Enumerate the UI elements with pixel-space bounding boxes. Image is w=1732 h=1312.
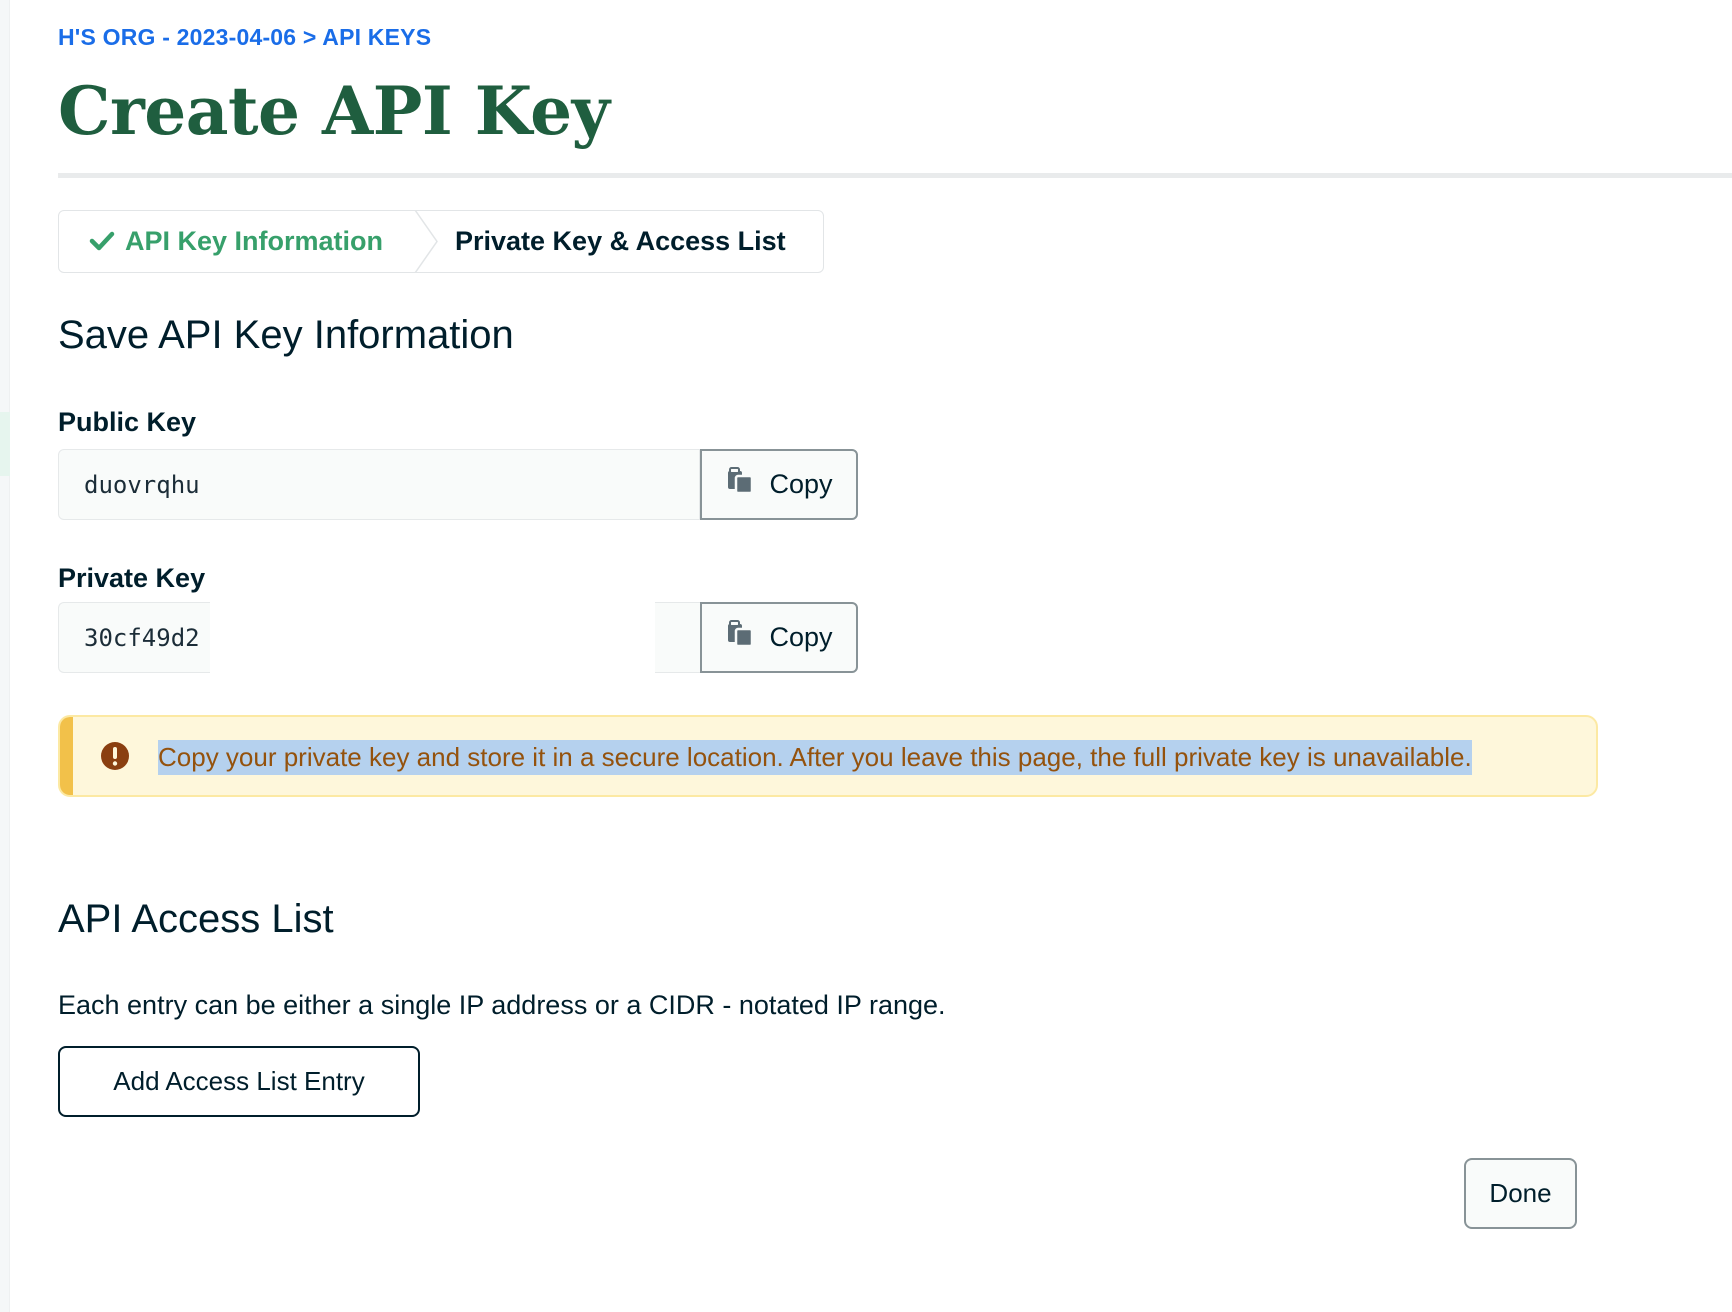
save-section-heading: Save API Key Information (58, 313, 514, 357)
private-key-value: 30cf49d2 (84, 623, 200, 652)
step-api-key-information[interactable]: API Key Information (89, 211, 383, 271)
public-key-label: Public Key (58, 407, 197, 437)
step-label: Private Key & Access List (455, 225, 786, 256)
title-divider (58, 173, 1732, 178)
exclamation-circle-icon (101, 742, 129, 770)
warning-message: Copy your private key and store it in a … (158, 740, 1472, 775)
step-label: API Key Information (125, 225, 384, 256)
warning-accent-bar (60, 717, 73, 795)
page-title: Create API Key (58, 72, 610, 150)
left-nav-indicator (0, 412, 10, 476)
step-chevron-divider (414, 210, 438, 273)
warning-banner: Copy your private key and store it in a … (58, 715, 1598, 797)
breadcrumb-separator: > (302, 24, 317, 50)
copy-public-key-button[interactable]: Copy (700, 449, 858, 520)
copy-icon (725, 620, 755, 655)
private-key-field[interactable]: 30cf49d2 (58, 602, 210, 673)
copy-private-key-button[interactable]: Copy (700, 602, 858, 673)
add-access-list-entry-label: Add Access List Entry (113, 1066, 365, 1096)
left-nav-strip (0, 0, 10, 1312)
checkmark-icon (89, 230, 115, 252)
private-key-label: Private Key (58, 563, 206, 593)
wizard-stepper: API Key Information Private Key & Access… (58, 210, 824, 273)
public-key-value: duovrqhu (84, 470, 200, 499)
add-access-list-entry-button[interactable]: Add Access List Entry (58, 1046, 420, 1117)
access-list-description: Each entry can be either a single IP add… (58, 990, 946, 1020)
done-label: Done (1489, 1178, 1552, 1208)
copy-label: Copy (769, 622, 833, 652)
breadcrumb-org[interactable]: H'S ORG - 2023-04-06 (58, 24, 296, 50)
done-button[interactable]: Done (1464, 1158, 1577, 1229)
copy-icon (725, 467, 755, 502)
copy-label: Copy (769, 469, 833, 499)
access-list-heading: API Access List (58, 897, 334, 941)
breadcrumb: H'S ORG - 2023-04-06 > API KEYS (58, 24, 431, 51)
public-key-field[interactable]: duovrqhu (58, 449, 700, 520)
private-key-field-end (655, 602, 701, 673)
step-private-key-access-list[interactable]: Private Key & Access List (455, 211, 786, 271)
breadcrumb-api-keys[interactable]: API KEYS (322, 24, 431, 50)
